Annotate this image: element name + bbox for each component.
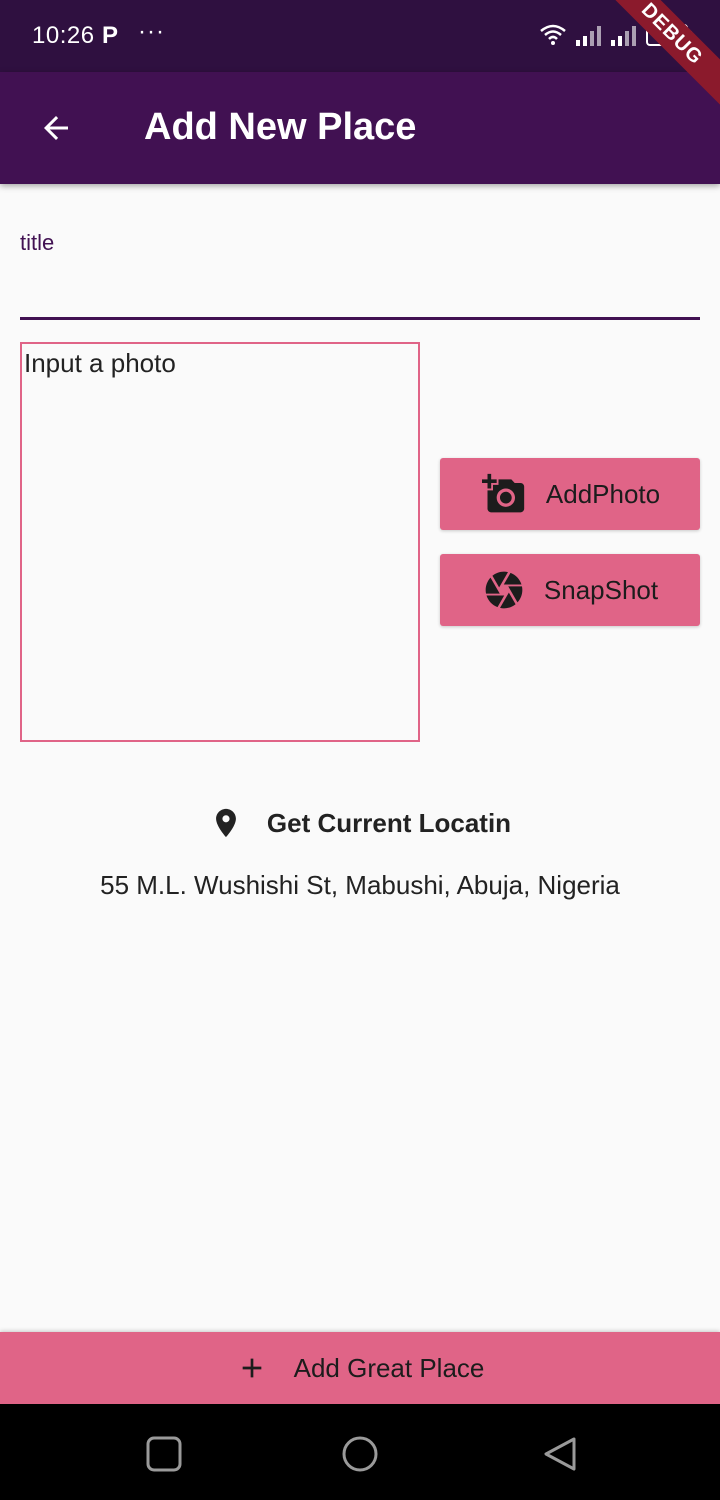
nav-back-button[interactable] [540,1434,580,1474]
photo-preview: Input a photo [20,342,420,742]
recents-button[interactable] [144,1434,184,1474]
arrow-back-icon [44,116,68,140]
status-time: 10:26 [32,22,95,49]
page-title: Add New Place [144,106,417,148]
title-field-label: title [20,230,55,255]
snapshot-label: SnapShot [543,574,659,605]
snapshot-button[interactable]: SnapShot [440,554,700,626]
camera-shutter-icon [485,571,523,609]
app-bar: Add New Place [0,72,720,184]
home-button[interactable] [340,1434,380,1474]
wifi-icon [540,24,566,45]
add-photo-button[interactable]: AddPhoto [440,458,700,530]
get-location-button[interactable]: Get Current Locatin [0,800,720,846]
photo-placeholder-text: Input a photo [24,348,176,378]
more-notifications-icon: ··· [138,18,165,45]
status-bar: 10:26 P ··· ⚡ [0,0,720,72]
signal-icon [611,24,636,46]
add-photo-label: AddPhoto [545,478,661,509]
recents-icon [146,1436,182,1472]
get-location-label: Get Current Locatin [266,807,512,838]
signal-icon [576,24,601,46]
plus-icon [242,1358,261,1378]
location-address: 55 M.L. Wushishi St, Mabushi, Abuja, Nig… [100,870,620,900]
add-great-place-label: Add Great Place [293,1352,485,1383]
back-button[interactable] [28,104,84,152]
home-icon [342,1436,378,1472]
system-nav-bar [0,1404,720,1500]
back-icon [544,1437,576,1471]
add-a-photo-icon [481,473,525,513]
add-great-place-button[interactable]: Add Great Place [0,1332,720,1404]
parking-app-icon: P [102,22,119,49]
title-input[interactable] [20,260,700,320]
location-pin-icon [216,808,236,838]
